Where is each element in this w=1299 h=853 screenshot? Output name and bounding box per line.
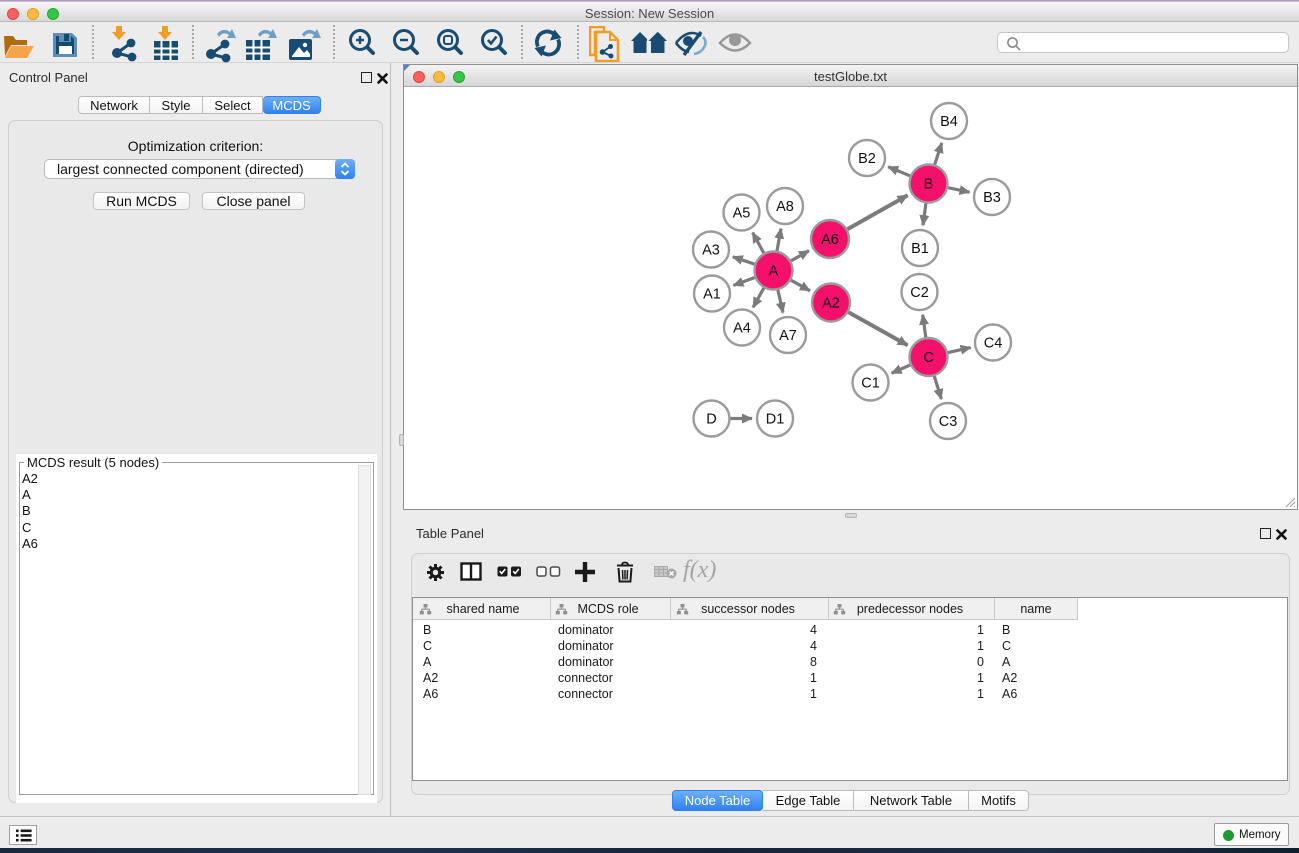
svg-text:A3: A3: [702, 243, 720, 259]
svg-text:B2: B2: [858, 151, 876, 167]
svg-text:B4: B4: [940, 114, 958, 130]
svg-text:A: A: [769, 264, 779, 280]
svg-text:C1: C1: [861, 376, 880, 392]
svg-text:A8: A8: [776, 199, 794, 215]
svg-text:C3: C3: [939, 414, 958, 430]
svg-text:C2: C2: [910, 285, 929, 301]
svg-text:B1: B1: [911, 241, 929, 257]
svg-text:C: C: [923, 350, 933, 366]
svg-text:A1: A1: [703, 287, 721, 303]
svg-text:A7: A7: [779, 328, 797, 344]
svg-text:C4: C4: [984, 336, 1003, 352]
svg-text:B3: B3: [983, 190, 1001, 206]
svg-text:A2: A2: [822, 296, 840, 312]
svg-text:A6: A6: [821, 232, 839, 248]
svg-text:A4: A4: [733, 321, 751, 337]
svg-text:B: B: [924, 177, 934, 193]
svg-text:D: D: [706, 412, 716, 428]
svg-text:D1: D1: [766, 412, 785, 428]
svg-text:A5: A5: [733, 206, 751, 222]
